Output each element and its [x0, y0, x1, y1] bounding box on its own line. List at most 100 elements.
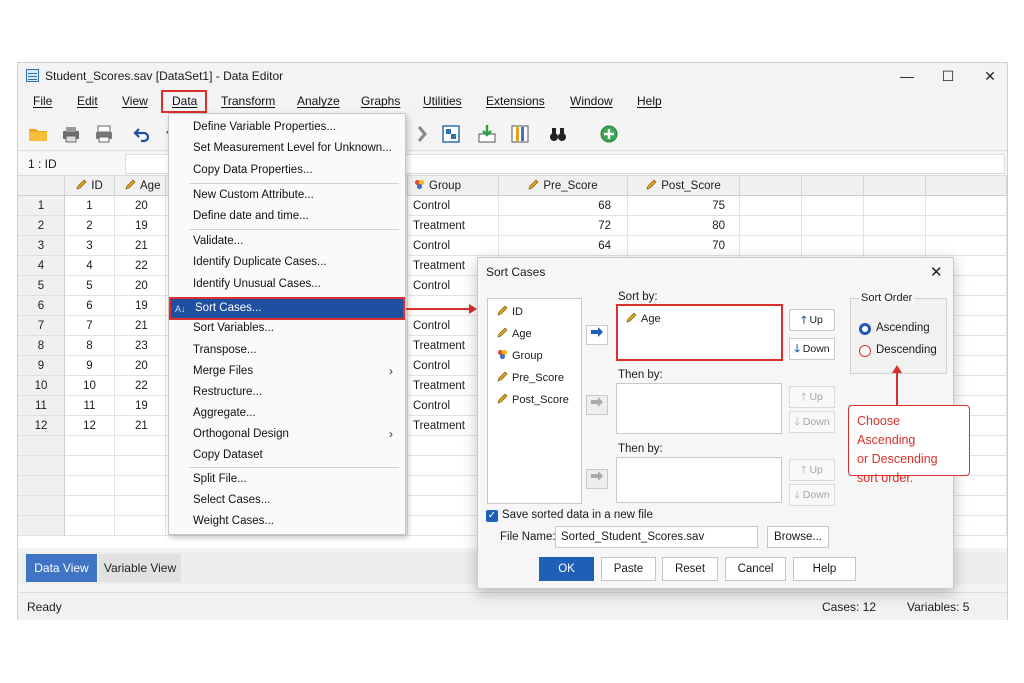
column-header-group[interactable]: Group	[408, 176, 499, 196]
row-header[interactable]: 11	[18, 396, 65, 416]
table-cell[interactable]: 19	[115, 396, 166, 416]
row-header[interactable]: 2	[18, 216, 65, 236]
table-cell[interactable]: 10	[65, 376, 115, 396]
row-header[interactable]: 6	[18, 296, 65, 316]
row-header[interactable]: 10	[18, 376, 65, 396]
dialog-close-button[interactable]: ✕	[930, 263, 943, 281]
menu-view[interactable]: View	[122, 94, 148, 108]
row-header[interactable]: 4	[18, 256, 65, 276]
table-cell[interactable]: 22	[115, 256, 166, 276]
table-cell[interactable]	[115, 496, 166, 516]
sort-by-field[interactable]: Age	[616, 304, 783, 361]
menu-graphs[interactable]: Graphs	[361, 94, 400, 108]
menu-item-identify-duplicate-cases[interactable]: Identify Duplicate Cases...	[169, 252, 405, 273]
menu-item-validate[interactable]: Validate...	[169, 231, 405, 252]
table-cell[interactable]: 20	[115, 356, 166, 376]
table-cell[interactable]	[740, 216, 802, 236]
column-header-id[interactable]: ID	[65, 176, 115, 196]
table-cell[interactable]: 19	[115, 296, 166, 316]
menu-item-transpose[interactable]: Transpose...	[169, 340, 405, 361]
row-header[interactable]: 8	[18, 336, 65, 356]
paste-button[interactable]: Paste	[601, 557, 656, 581]
table-cell[interactable]	[926, 236, 1007, 256]
table-cell[interactable]	[115, 456, 166, 476]
find-binoculars-icon[interactable]	[548, 124, 568, 144]
row-header[interactable]: 5	[18, 276, 65, 296]
table-cell[interactable]: 9	[65, 356, 115, 376]
table-cell[interactable]: 4	[65, 256, 115, 276]
menu-help[interactable]: Help	[637, 94, 662, 108]
table-cell[interactable]	[802, 196, 864, 216]
table-cell[interactable]	[65, 456, 115, 476]
table-cell[interactable]: 21	[115, 416, 166, 436]
then-by-down-button[interactable]: 🡓 Down	[789, 411, 835, 433]
menu-file[interactable]: File	[33, 94, 52, 108]
menu-edit[interactable]: Edit	[77, 94, 98, 108]
variable-item-post-score[interactable]: Post_Score	[497, 393, 569, 406]
table-cell[interactable]	[65, 476, 115, 496]
move-to-then-by-button[interactable]	[586, 395, 608, 415]
table-cell[interactable]	[115, 436, 166, 456]
sort-by-item[interactable]: Age	[626, 312, 661, 325]
table-cell[interactable]: 1	[65, 196, 115, 216]
browse-button[interactable]: Browse...	[767, 526, 829, 548]
table-cell[interactable]: 3	[65, 236, 115, 256]
menu-item-new-custom-attribute[interactable]: New Custom Attribute...	[169, 185, 405, 206]
open-folder-icon[interactable]	[28, 124, 48, 144]
table-cell[interactable]: 20	[115, 196, 166, 216]
ascending-radio[interactable]	[859, 323, 871, 335]
print-icon[interactable]	[94, 124, 114, 144]
table-cell[interactable]: Control	[408, 196, 499, 216]
table-cell[interactable]: 6	[65, 296, 115, 316]
menu-item-sort-cases[interactable]: A↓ Sort Cases...	[169, 297, 405, 320]
table-cell[interactable]	[115, 476, 166, 496]
table-cell[interactable]: 11	[65, 396, 115, 416]
table-cell[interactable]: 22	[115, 376, 166, 396]
table-cell[interactable]: Control	[408, 236, 499, 256]
reset-button[interactable]: Reset	[662, 557, 718, 581]
menu-item-select-cases[interactable]: Select Cases...	[169, 490, 405, 511]
select-cases-icon[interactable]	[441, 124, 461, 144]
table-cell[interactable]: 21	[115, 316, 166, 336]
table-cell[interactable]	[65, 516, 115, 536]
table-cell[interactable]: 23	[115, 336, 166, 356]
file-name-input[interactable]: Sorted_Student_Scores.sav	[555, 526, 758, 548]
table-cell[interactable]: 80	[628, 216, 740, 236]
save-new-file-checkbox[interactable]: ✓	[486, 510, 498, 522]
table-cell[interactable]: 7	[65, 316, 115, 336]
sort-by-up-button[interactable]: 🡑 Up	[789, 309, 835, 331]
row-header[interactable]	[18, 496, 65, 516]
table-cell[interactable]: 70	[628, 236, 740, 256]
table-cell[interactable]: 64	[499, 236, 628, 256]
cancel-button[interactable]: Cancel	[725, 557, 786, 581]
table-cell[interactable]	[864, 236, 926, 256]
row-header[interactable]: 9	[18, 356, 65, 376]
row-header[interactable]: 3	[18, 236, 65, 256]
save-icon[interactable]	[61, 124, 81, 144]
table-cell[interactable]	[115, 516, 166, 536]
table-cell[interactable]	[65, 436, 115, 456]
close-button[interactable]: ✕	[975, 66, 1005, 86]
table-cell[interactable]: 12	[65, 416, 115, 436]
table-cell[interactable]	[864, 216, 926, 236]
menu-item-copy-data-properties[interactable]: Copy Data Properties...	[169, 160, 405, 181]
row-header[interactable]: 7	[18, 316, 65, 336]
table-cell[interactable]: 2	[65, 216, 115, 236]
table-cell[interactable]	[65, 496, 115, 516]
row-header[interactable]: 1	[18, 196, 65, 216]
table-cell[interactable]: 19	[115, 216, 166, 236]
row-header[interactable]	[18, 436, 65, 456]
table-cell[interactable]	[864, 196, 926, 216]
move-to-then-by-2-button[interactable]	[586, 469, 608, 489]
table-cell[interactable]	[802, 236, 864, 256]
menu-utilities[interactable]: Utilities	[423, 94, 462, 108]
variable-item-pre-score[interactable]: Pre_Score	[497, 371, 564, 384]
table-cell[interactable]: 5	[65, 276, 115, 296]
table-cell[interactable]: 20	[115, 276, 166, 296]
menu-window[interactable]: Window	[570, 94, 613, 108]
table-cell[interactable]: 8	[65, 336, 115, 356]
undo-icon[interactable]	[132, 124, 152, 144]
row-header[interactable]	[18, 476, 65, 496]
table-cell[interactable]: 21	[115, 236, 166, 256]
tab-variable-view[interactable]: Variable View	[99, 554, 181, 582]
